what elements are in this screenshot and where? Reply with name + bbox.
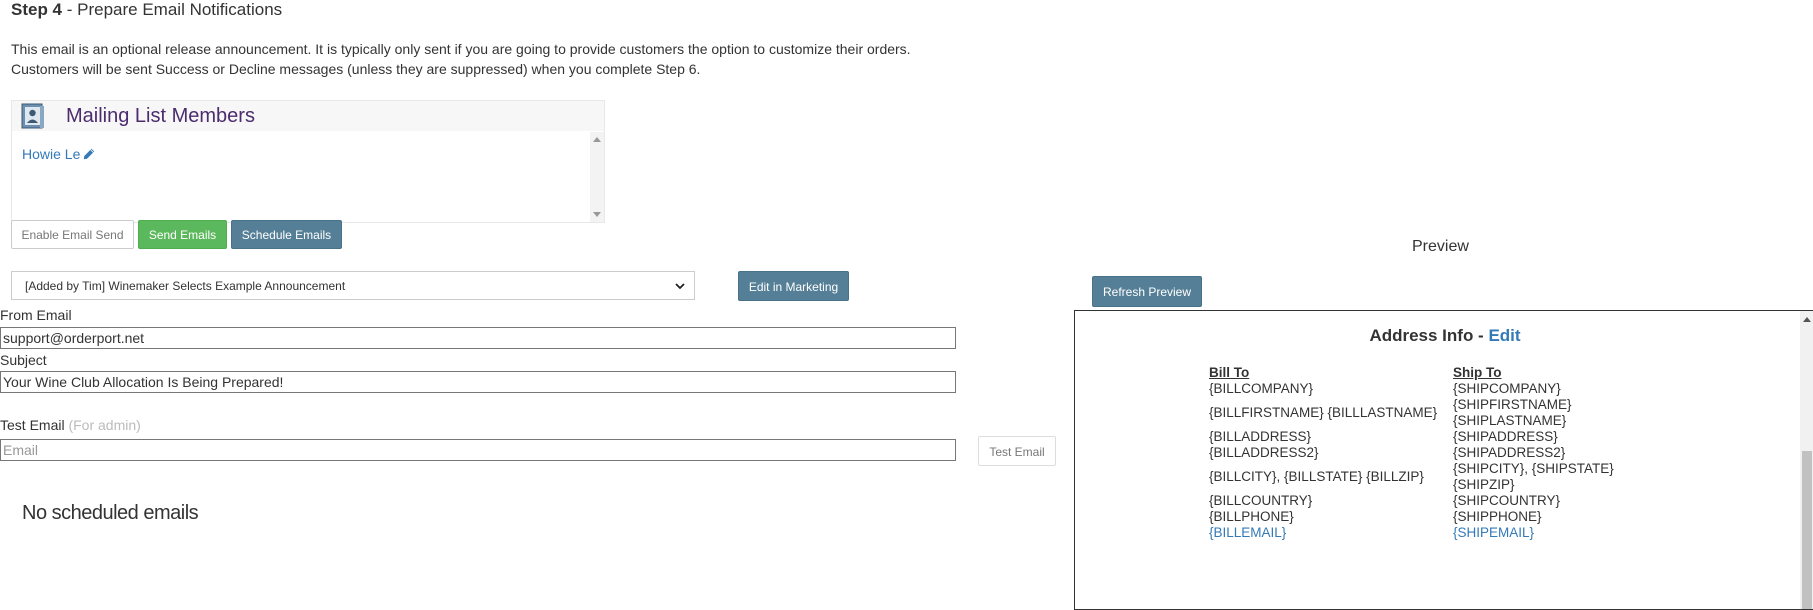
subject-label: Subject (0, 352, 47, 368)
mailing-list-title: Mailing List Members (66, 105, 255, 127)
members-scrollbar[interactable] (590, 132, 604, 222)
mailing-list-panel: Mailing List Members Howie Le (11, 100, 605, 223)
member-name: Howie Le (22, 146, 81, 162)
ship-lastname: {SHIPLASTNAME} (1453, 413, 1567, 428)
bill-name: {BILLFIRSTNAME} {BILLLASTNAME} (1209, 405, 1438, 420)
scroll-down-arrow-icon[interactable] (593, 212, 601, 217)
email-template-selected: [Added by Tim] Winemaker Selects Example… (25, 279, 346, 293)
ship-country: {SHIPCOUNTRY} (1453, 493, 1561, 508)
scroll-up-arrow-icon[interactable] (593, 137, 601, 142)
bill-to-heading: Bill To (1209, 365, 1250, 380)
email-template-select[interactable]: [Added by Tim] Winemaker Selects Example… (11, 271, 695, 300)
subject-field[interactable]: Your Wine Club Allocation Is Being Prepa… (0, 371, 956, 393)
bill-email[interactable]: {BILLEMAIL} (1209, 525, 1437, 541)
ship-email[interactable]: {SHIPEMAIL} (1453, 525, 1614, 541)
preview-scroll-thumb[interactable] (1802, 451, 1812, 609)
preview-scrollbar[interactable] (1800, 311, 1813, 609)
subject-value: Your Wine Club Allocation Is Being Prepa… (3, 374, 284, 390)
test-email-label: Test Email (For admin) (0, 417, 141, 433)
mailing-list-icon (21, 103, 44, 129)
from-email-value: support@orderport.net (3, 330, 145, 346)
refresh-preview-button[interactable]: Refresh Preview (1092, 276, 1202, 307)
test-email-label-text: Test Email (0, 417, 65, 433)
address-info-title: Address Info - Edit (1075, 326, 1813, 346)
bill-address: {BILLADDRESS} (1209, 429, 1312, 444)
bill-phone: {BILLPHONE} (1209, 509, 1294, 524)
preview-title: Preview (1412, 238, 1469, 255)
bill-city-state-zip: {BILLCITY}, {BILLSTATE} {BILLZIP} (1209, 469, 1424, 484)
ship-firstname: {SHIPFIRSTNAME} (1453, 397, 1572, 412)
preview-frame: Address Info - Edit Bill To {BILLCOMPANY… (1074, 310, 1813, 610)
chevron-down-icon (675, 283, 685, 290)
bill-country: {BILLCOUNTRY} (1209, 493, 1313, 508)
no-scheduled-emails-text: No scheduled emails (22, 502, 199, 524)
intro-text-2: Customers will be sent Success or Declin… (11, 61, 701, 77)
intro-text-1: This email is an optional release announ… (11, 41, 911, 57)
from-email-field[interactable]: support@orderport.net (0, 327, 956, 349)
step-title: Step 4 - Prepare Email Notifications (11, 0, 282, 20)
test-email-button[interactable]: Test Email (978, 436, 1056, 466)
enable-email-send-button[interactable]: Enable Email Send (11, 220, 134, 249)
from-email-label: From Email (0, 307, 72, 323)
bill-to-column: Bill To {BILLCOMPANY} {BILLFIRSTNAME} {B… (1209, 365, 1437, 541)
mailing-list-header: Mailing List Members (12, 101, 604, 131)
address-edit-link[interactable]: Edit (1488, 326, 1520, 345)
pencil-icon[interactable] (83, 148, 95, 160)
ship-company: {SHIPCOMPANY} (1453, 381, 1561, 396)
ship-to-column: Ship To {SHIPCOMPANY} {SHIPFIRSTNAME} {S… (1453, 365, 1614, 541)
ship-address2: {SHIPADDRESS2} (1453, 445, 1566, 460)
ship-address: {SHIPADDRESS} (1453, 429, 1558, 444)
bill-address2: {BILLADDRESS2} (1209, 445, 1319, 460)
step-label: Step 4 (11, 0, 63, 19)
step-title-text: - Prepare Email Notifications (62, 0, 283, 19)
address-info-text: Address Info - (1369, 326, 1489, 345)
ship-zip: {SHIPZIP} (1453, 477, 1515, 492)
edit-in-marketing-button[interactable]: Edit in Marketing (738, 271, 849, 301)
send-emails-button[interactable]: Send Emails (138, 220, 227, 249)
ship-phone: {SHIPPHONE} (1453, 509, 1542, 524)
ship-to-heading: Ship To (1453, 365, 1502, 380)
ship-city-state: {SHIPCITY}, {SHIPSTATE} (1453, 461, 1614, 476)
member-link-howie-le[interactable]: Howie Le (22, 146, 95, 162)
bill-company: {BILLCOMPANY} (1209, 381, 1314, 396)
test-email-hint: (For admin) (68, 417, 141, 433)
schedule-emails-button[interactable]: Schedule Emails (231, 220, 342, 249)
test-email-input[interactable] (0, 439, 956, 461)
preview-scroll-up-icon[interactable] (1803, 317, 1811, 322)
